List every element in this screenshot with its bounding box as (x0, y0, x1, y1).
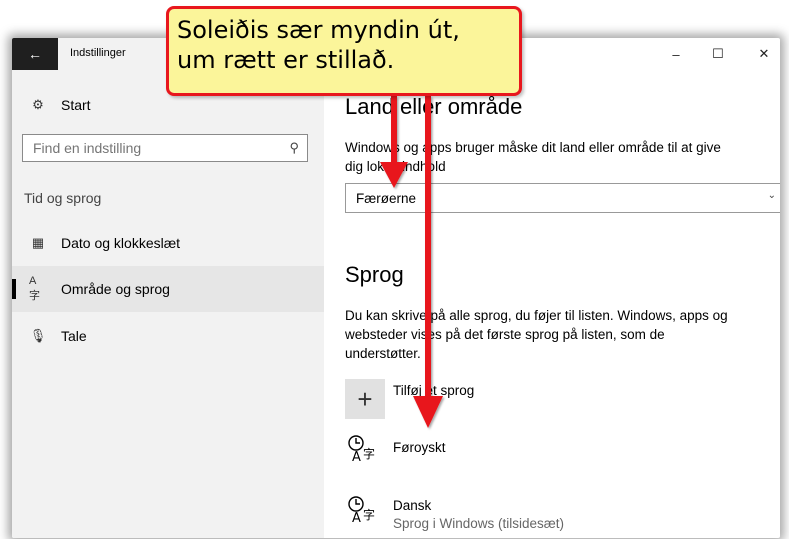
arrow-to-language (413, 96, 443, 428)
annotation-line-2: um rætt er stillað. (177, 46, 395, 74)
annotation-line-1: Soleiðis sær myndin út, (177, 16, 460, 44)
annotation-callout: Soleiðis sær myndin út, um rætt er still… (166, 6, 522, 96)
screenshot-frame: ← Indstillinger ⚙ Start ⚲ Tid og sprog ▦… (0, 0, 789, 539)
arrow-to-region (380, 96, 408, 188)
